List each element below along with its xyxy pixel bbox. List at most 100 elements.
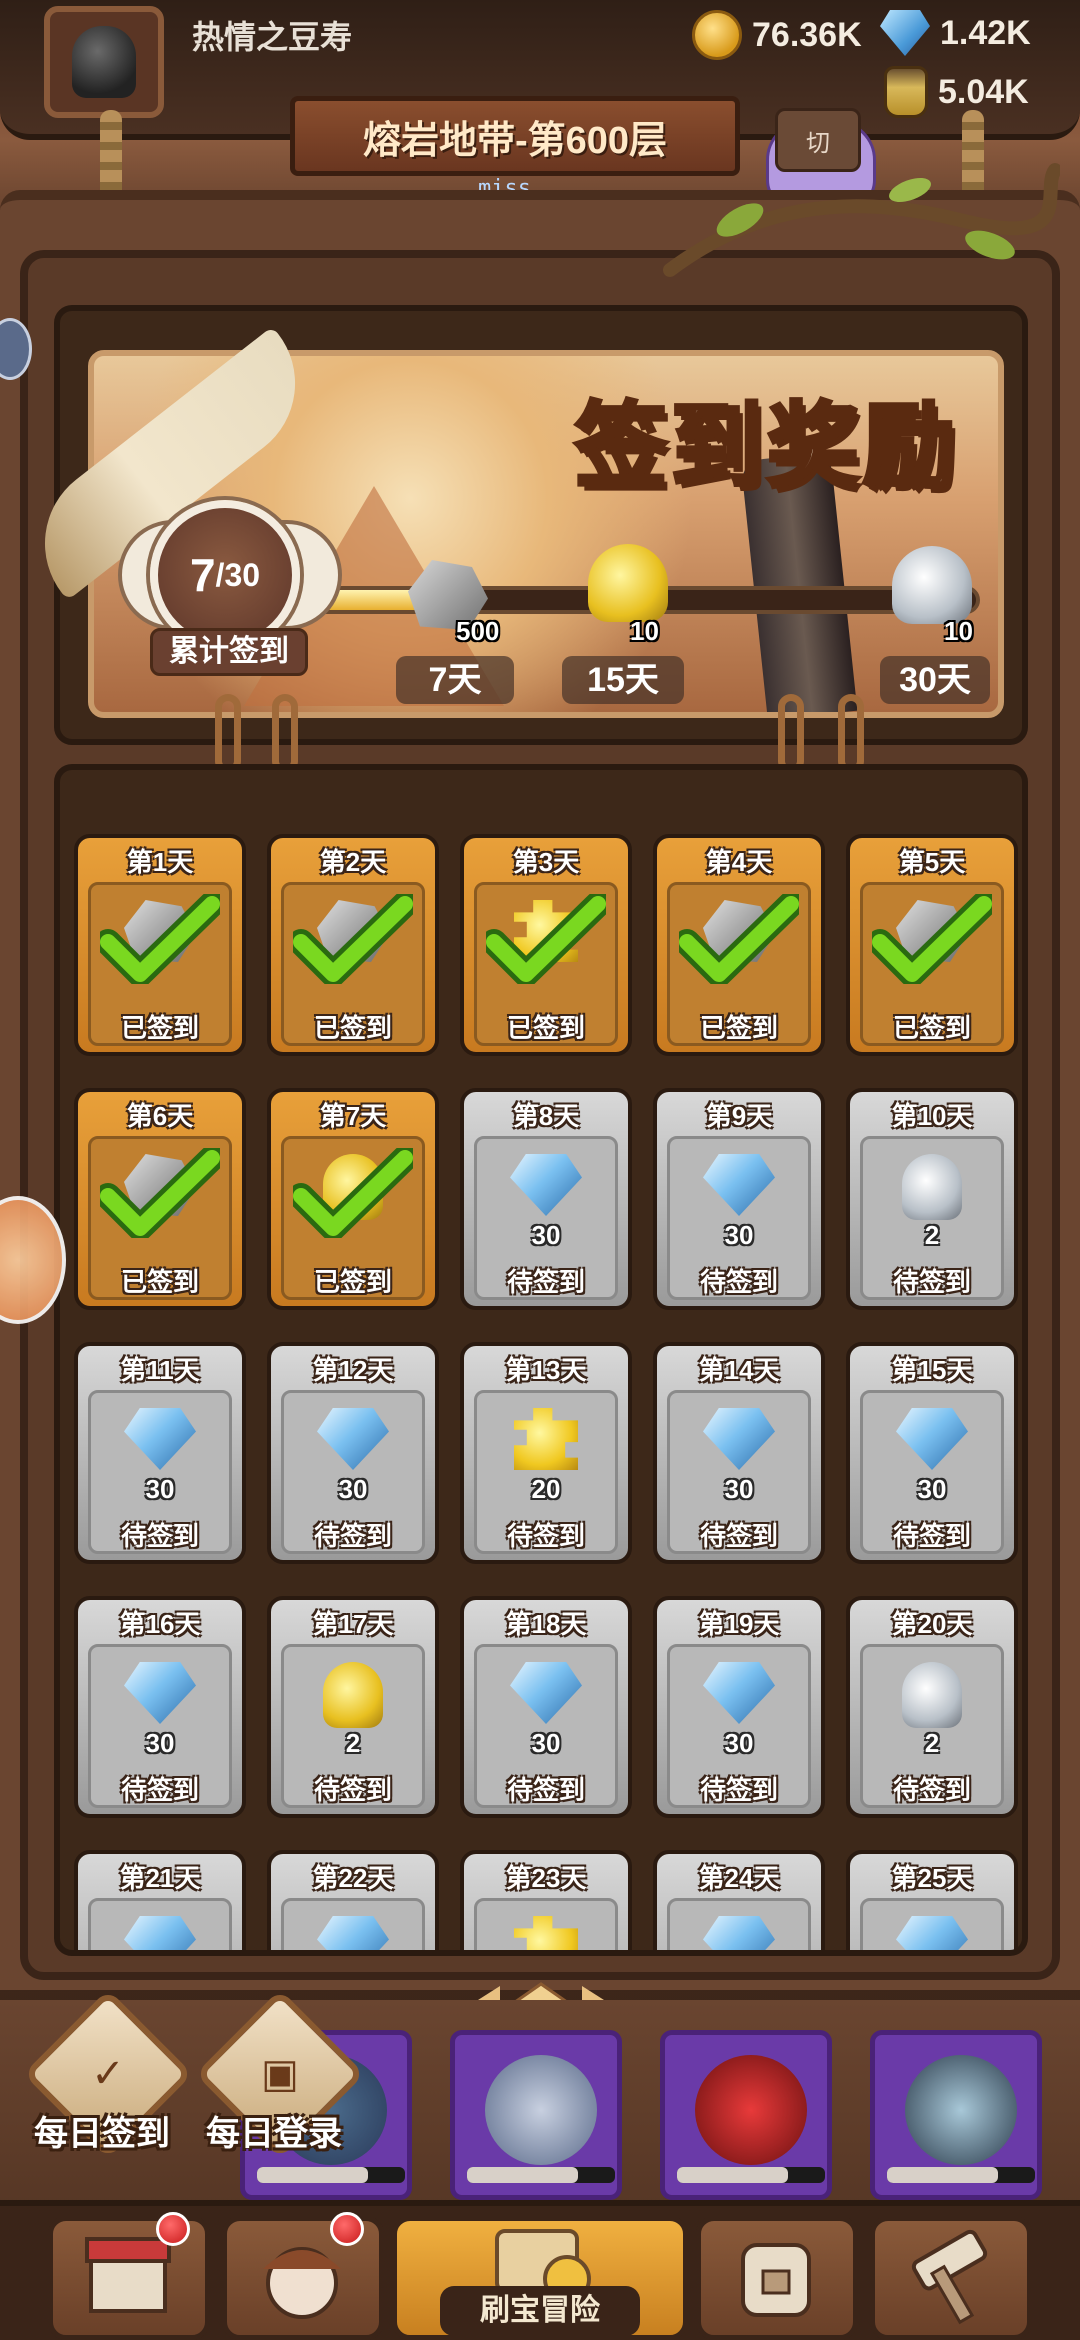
player-avatar[interactable]: [44, 6, 164, 118]
day-label: 第19天: [698, 1609, 780, 1639]
day-card[interactable]: 第7天 已签到: [267, 1088, 439, 1310]
day-card[interactable]: 第2天 已签到: [267, 834, 439, 1056]
reward-icon-wrap: [699, 1408, 779, 1480]
day-card[interactable]: 第11天 30 待签到: [74, 1342, 246, 1564]
day-status: 待签到: [120, 1775, 199, 1805]
nav-forge-button[interactable]: [870, 2216, 1032, 2340]
day-label: 第13天: [505, 1355, 587, 1385]
reward-qty: 30: [724, 1220, 754, 1250]
reward-icon-wrap: [892, 1662, 972, 1734]
day-label: 第9天: [705, 1101, 773, 1131]
day-card[interactable]: 第5天 已签到: [846, 834, 1018, 1056]
day-label: 第21天: [119, 1863, 201, 1893]
reward-qty: 30: [338, 1474, 368, 1504]
day-card[interactable]: 第4天 已签到: [653, 834, 825, 1056]
reward-icon-wrap: [892, 1408, 972, 1480]
reward-qty: 30: [145, 1728, 175, 1758]
day-card[interactable]: 第13天 20 待签到: [460, 1342, 632, 1564]
silver-scroll-icon: [902, 1662, 962, 1728]
reward-qty: 2: [345, 1728, 361, 1758]
day-card[interactable]: 第18天 30 待签到: [460, 1596, 632, 1818]
reward-qty: 30: [724, 1728, 754, 1758]
day-status: 待签到: [506, 1267, 585, 1297]
day-label: 第15天: [891, 1355, 973, 1385]
day-card[interactable]: 第17天 2 待签到: [267, 1596, 439, 1818]
milestone-15-day: 15天: [562, 656, 684, 704]
day-card[interactable]: 第21天: [74, 1850, 246, 1950]
day-card[interactable]: 第14天 30 待签到: [653, 1342, 825, 1564]
day-status: 已签到: [892, 1013, 971, 1043]
milestone-15[interactable]: [588, 544, 668, 622]
hero-card[interactable]: [870, 2030, 1042, 2200]
day-card[interactable]: 第24天: [653, 1850, 825, 1950]
hero-progress-bar: [677, 2167, 825, 2183]
hero-progress-bar: [887, 2167, 1035, 2183]
coins-counter[interactable]: 76.36K: [692, 10, 862, 60]
day-label: 第2天: [319, 847, 387, 877]
diamond-icon: [510, 1662, 582, 1724]
day-card[interactable]: 第3天 已签到: [460, 834, 632, 1056]
hero-progress-bar: [467, 2167, 615, 2183]
diamond-icon: [317, 1916, 389, 1950]
day-label: 第17天: [312, 1609, 394, 1639]
gold-scroll-icon: [588, 544, 668, 622]
day-card[interactable]: 第12天 30 待签到: [267, 1342, 439, 1564]
reward-icon-wrap: [313, 1662, 393, 1734]
checkmark-icon: [872, 894, 992, 984]
reward-icon-wrap: [120, 1662, 200, 1734]
signin-count-total: /30: [215, 556, 261, 593]
hanging-ring: [778, 694, 804, 774]
day-label: 第8天: [512, 1101, 580, 1131]
player-name: 热情之豆寿: [192, 19, 353, 55]
checkmark-icon: [100, 894, 220, 984]
reward-icon-wrap: [506, 1662, 586, 1734]
gold-scroll-icon: [323, 1662, 383, 1728]
hero-card[interactable]: [660, 2030, 832, 2200]
reward-icon-wrap: [506, 1154, 586, 1226]
day-status: 待签到: [120, 1521, 199, 1551]
diamond-icon: [703, 1662, 775, 1724]
day-card[interactable]: 第1天 已签到: [74, 834, 246, 1056]
day-card[interactable]: 第23天: [460, 1850, 632, 1950]
daily-login-label[interactable]: 每日登录: [206, 2106, 342, 2155]
milestone-30[interactable]: [892, 546, 972, 624]
day-card[interactable]: 第20天 2 待签到: [846, 1596, 1018, 1818]
checkmark-icon: [293, 1148, 413, 1238]
daily-reward-grid-frame: 第1天 已签到 第2天 已签到 第3天 已签到 第4天 已签到 第5天 已签到 第6天 已签到 第7天已…: [54, 764, 1028, 1956]
daily-signin-label[interactable]: 每日签到: [34, 2106, 170, 2155]
reward-icon-wrap: [313, 1408, 393, 1480]
level-banner-text: 熔岩地带-第600层: [362, 119, 668, 162]
diamond-icon: [896, 1916, 968, 1950]
gems-counter[interactable]: 1.42K: [880, 10, 1031, 56]
day-card[interactable]: 第15天 30 待签到: [846, 1342, 1018, 1564]
reward-icon-wrap: [506, 1408, 586, 1480]
hanging-ring: [215, 694, 241, 774]
day-card[interactable]: 第19天 30 待签到: [653, 1596, 825, 1818]
diamond-icon: [317, 1408, 389, 1470]
jar-counter[interactable]: 5.04K: [884, 66, 1029, 118]
day-status: 待签到: [699, 1267, 778, 1297]
day-card[interactable]: 第9天 30 待签到: [653, 1088, 825, 1310]
reward-icon-wrap: [120, 1916, 200, 1950]
day-card[interactable]: 第16天 30 待签到: [74, 1596, 246, 1818]
puzzle-piece-icon: [514, 1916, 578, 1950]
day-card[interactable]: 第6天 已签到: [74, 1088, 246, 1310]
diamond-icon: [703, 1408, 775, 1470]
nav-bag-button[interactable]: [696, 2216, 858, 2340]
hero-portrait-icon: [905, 2055, 1017, 2165]
diamond-icon: [703, 1154, 775, 1216]
hero-portrait-icon: [485, 2055, 597, 2165]
coins-value: 76.36K: [752, 15, 862, 54]
day-card[interactable]: 第22天: [267, 1850, 439, 1950]
hero-card[interactable]: [450, 2030, 622, 2200]
milestone-30-day: 30天: [880, 656, 990, 704]
day-status: 待签到: [699, 1521, 778, 1551]
reward-icon-wrap: [892, 1154, 972, 1226]
day-card[interactable]: 第8天 30 待签到: [460, 1088, 632, 1310]
day-card[interactable]: 第25天: [846, 1850, 1018, 1950]
silver-scroll-icon: [902, 1154, 962, 1220]
day-label: 第4天: [705, 847, 773, 877]
silver-scroll-icon: [892, 546, 972, 624]
day-card[interactable]: 第10天 2 待签到: [846, 1088, 1018, 1310]
diamond-icon: [510, 1154, 582, 1216]
